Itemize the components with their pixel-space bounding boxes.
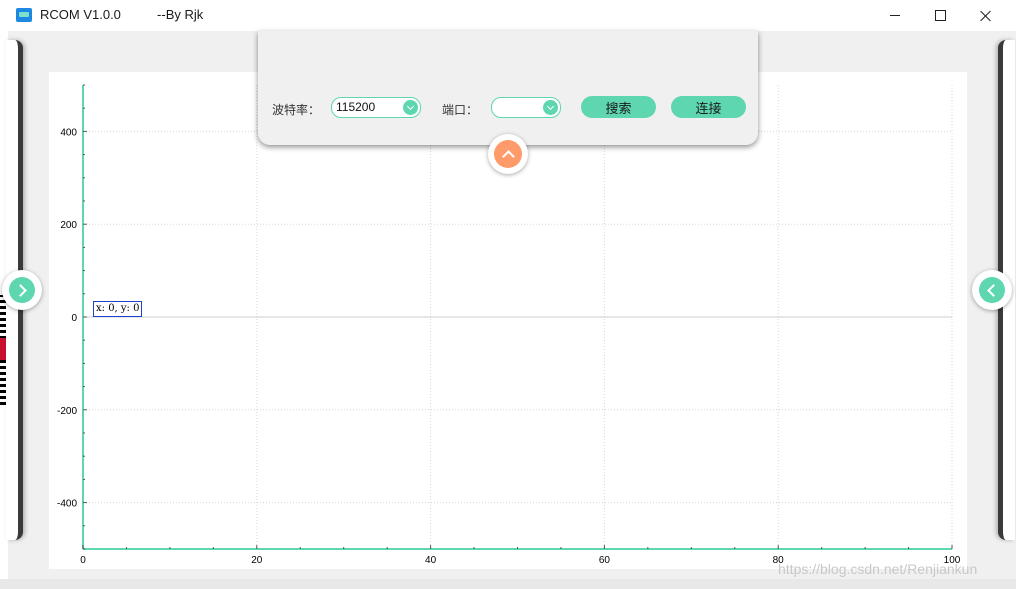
- close-button[interactable]: [963, 0, 1009, 31]
- y-tick-label: 400: [60, 127, 77, 138]
- open-right-drawer-button[interactable]: [972, 270, 1012, 310]
- y-tick-label: 200: [60, 220, 77, 231]
- chevron-left-icon: [987, 283, 1000, 297]
- watermark: https://blog.csdn.net/Renjiankun: [778, 561, 978, 577]
- baud-rate-label: 波特率：: [272, 103, 321, 117]
- chevron-down-icon: [403, 100, 418, 115]
- open-left-drawer-button[interactable]: [2, 270, 42, 310]
- connect-button[interactable]: 连接: [671, 96, 746, 118]
- search-button[interactable]: 搜索: [581, 96, 656, 118]
- y-tick-label: 0: [71, 313, 77, 324]
- minimize-button[interactable]: [872, 0, 918, 31]
- x-tick-label: 20: [251, 555, 263, 566]
- maximize-button[interactable]: [917, 0, 963, 31]
- collapse-panel-button[interactable]: [488, 134, 528, 174]
- chevron-up-icon: [501, 149, 515, 163]
- x-tick-label: 0: [80, 555, 86, 566]
- coordinate-readout: x: 0, y: 0: [93, 301, 143, 317]
- close-icon: [980, 10, 992, 22]
- baud-rate-select[interactable]: 115200: [331, 97, 421, 118]
- chevron-down-icon: [543, 100, 558, 115]
- serial-settings-panel: 波特率： 115200 端口： 搜索 连接: [258, 31, 758, 145]
- port-label: 端口：: [442, 103, 479, 117]
- x-tick-label: 60: [599, 555, 611, 566]
- window-titlebar: RCOM V1.0.0 --By Rjk: [0, 0, 1016, 32]
- port-select[interactable]: [491, 97, 561, 118]
- baud-rate-value: 115200: [336, 100, 376, 114]
- y-tick-label: -200: [57, 406, 77, 417]
- bottom-strip: [0, 579, 1016, 589]
- minimize-icon: [890, 15, 900, 16]
- chevron-right-icon: [14, 283, 27, 297]
- y-tick-label: -400: [57, 499, 77, 510]
- app-icon: [16, 8, 32, 22]
- x-tick-label: 40: [425, 555, 437, 566]
- window-title: RCOM V1.0.0 --By Rjk: [40, 7, 204, 22]
- maximize-icon: [934, 10, 946, 21]
